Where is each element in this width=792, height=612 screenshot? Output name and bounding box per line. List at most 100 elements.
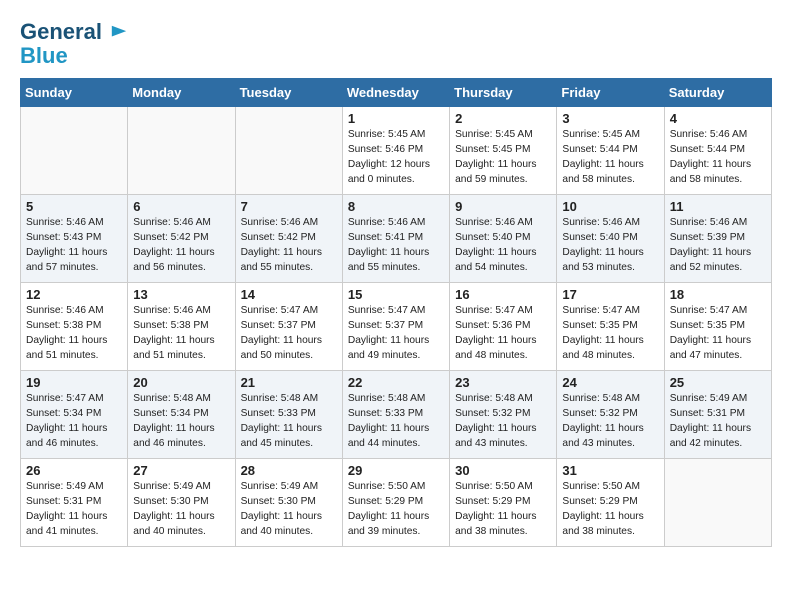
day-number: 27 bbox=[133, 463, 229, 478]
cell-text: Sunrise: 5:46 AMSunset: 5:43 PMDaylight:… bbox=[26, 216, 122, 275]
day-number: 17 bbox=[562, 287, 658, 302]
day-number: 15 bbox=[348, 287, 444, 302]
cell-text: Sunrise: 5:50 AMSunset: 5:29 PMDaylight:… bbox=[348, 480, 444, 539]
cell-text: Sunrise: 5:46 AMSunset: 5:38 PMDaylight:… bbox=[26, 304, 122, 363]
day-number: 21 bbox=[241, 375, 337, 390]
calendar-cell: 15 Sunrise: 5:47 AMSunset: 5:37 PMDayligh… bbox=[342, 283, 449, 371]
cell-text: Sunrise: 5:45 AMSunset: 5:44 PMDaylight:… bbox=[562, 128, 658, 187]
cell-text: Sunrise: 5:46 AMSunset: 5:40 PMDaylight:… bbox=[562, 216, 658, 275]
calendar-cell bbox=[664, 459, 771, 547]
cell-text: Sunrise: 5:46 AMSunset: 5:44 PMDaylight:… bbox=[670, 128, 766, 187]
cell-text: Sunrise: 5:46 AMSunset: 5:40 PMDaylight:… bbox=[455, 216, 551, 275]
cell-text: Sunrise: 5:48 AMSunset: 5:32 PMDaylight:… bbox=[455, 392, 551, 451]
logo: General Blue bbox=[20, 20, 128, 68]
cell-text: Sunrise: 5:49 AMSunset: 5:31 PMDaylight:… bbox=[670, 392, 766, 451]
day-header-sunday: Sunday bbox=[21, 79, 128, 107]
cell-text: Sunrise: 5:50 AMSunset: 5:29 PMDaylight:… bbox=[455, 480, 551, 539]
cell-text: Sunrise: 5:46 AMSunset: 5:38 PMDaylight:… bbox=[133, 304, 229, 363]
cell-text: Sunrise: 5:49 AMSunset: 5:31 PMDaylight:… bbox=[26, 480, 122, 539]
day-header-friday: Friday bbox=[557, 79, 664, 107]
calendar-cell: 21 Sunrise: 5:48 AMSunset: 5:33 PMDayligh… bbox=[235, 371, 342, 459]
calendar-cell: 23Sunrise: 5:48 AMSunset: 5:32 PMDayligh… bbox=[450, 371, 557, 459]
calendar-cell: 6 Sunrise: 5:46 AMSunset: 5:42 PMDaylight… bbox=[128, 195, 235, 283]
cell-text: Sunrise: 5:48 AMSunset: 5:33 PMDaylight:… bbox=[348, 392, 444, 451]
cell-text: Sunrise: 5:46 AMSunset: 5:42 PMDaylight:… bbox=[241, 216, 337, 275]
calendar-cell: 17 Sunrise: 5:47 AMSunset: 5:35 PMDayligh… bbox=[557, 283, 664, 371]
calendar-cell: 14 Sunrise: 5:47 AMSunset: 5:37 PMDayligh… bbox=[235, 283, 342, 371]
cell-text: Sunrise: 5:47 AMSunset: 5:37 PMDaylight:… bbox=[348, 304, 444, 363]
day-number: 7 bbox=[241, 199, 337, 214]
logo-general: General bbox=[20, 20, 128, 44]
cell-text: Sunrise: 5:49 AMSunset: 5:30 PMDaylight:… bbox=[241, 480, 337, 539]
logo-flag-icon bbox=[110, 23, 128, 41]
calendar-cell: 29Sunrise: 5:50 AMSunset: 5:29 PMDayligh… bbox=[342, 459, 449, 547]
calendar-cell: 31Sunrise: 5:50 AMSunset: 5:29 PMDayligh… bbox=[557, 459, 664, 547]
page-header: General Blue bbox=[20, 20, 772, 68]
day-number: 3 bbox=[562, 111, 658, 126]
calendar-cell: 8Sunrise: 5:46 AMSunset: 5:41 PMDaylight… bbox=[342, 195, 449, 283]
cell-text: Sunrise: 5:45 AMSunset: 5:46 PMDaylight:… bbox=[348, 128, 444, 187]
calendar-cell: 1 Sunrise: 5:45 AMSunset: 5:46 PMDaylight… bbox=[342, 107, 449, 195]
day-header-tuesday: Tuesday bbox=[235, 79, 342, 107]
calendar-cell: 13 Sunrise: 5:46 AMSunset: 5:38 PMDayligh… bbox=[128, 283, 235, 371]
day-number: 9 bbox=[455, 199, 551, 214]
calendar-cell: 28 Sunrise: 5:49 AMSunset: 5:30 PMDayligh… bbox=[235, 459, 342, 547]
cell-text: Sunrise: 5:45 AMSunset: 5:45 PMDaylight:… bbox=[455, 128, 551, 187]
day-number: 25 bbox=[670, 375, 766, 390]
day-number: 6 bbox=[133, 199, 229, 214]
calendar-cell: 11 Sunrise: 5:46 AMSunset: 5:39 PMDayligh… bbox=[664, 195, 771, 283]
cell-text: Sunrise: 5:49 AMSunset: 5:30 PMDaylight:… bbox=[133, 480, 229, 539]
cell-text: Sunrise: 5:50 AMSunset: 5:29 PMDaylight:… bbox=[562, 480, 658, 539]
calendar-cell: 22 Sunrise: 5:48 AMSunset: 5:33 PMDayligh… bbox=[342, 371, 449, 459]
calendar-cell: 30Sunrise: 5:50 AMSunset: 5:29 PMDayligh… bbox=[450, 459, 557, 547]
day-number: 19 bbox=[26, 375, 122, 390]
day-number: 5 bbox=[26, 199, 122, 214]
day-number: 26 bbox=[26, 463, 122, 478]
cell-text: Sunrise: 5:47 AMSunset: 5:35 PMDaylight:… bbox=[562, 304, 658, 363]
calendar-cell: 16 Sunrise: 5:47 AMSunset: 5:36 PMDayligh… bbox=[450, 283, 557, 371]
day-header-wednesday: Wednesday bbox=[342, 79, 449, 107]
day-number: 11 bbox=[670, 199, 766, 214]
calendar-cell: 24 Sunrise: 5:48 AMSunset: 5:32 PMDayligh… bbox=[557, 371, 664, 459]
day-number: 20 bbox=[133, 375, 229, 390]
calendar-cell bbox=[128, 107, 235, 195]
day-number: 18 bbox=[670, 287, 766, 302]
calendar-cell: 25 Sunrise: 5:49 AMSunset: 5:31 PMDayligh… bbox=[664, 371, 771, 459]
day-number: 2 bbox=[455, 111, 551, 126]
calendar-cell: 18 Sunrise: 5:47 AMSunset: 5:35 PMDayligh… bbox=[664, 283, 771, 371]
day-number: 1 bbox=[348, 111, 444, 126]
calendar-cell: 12 Sunrise: 5:46 AMSunset: 5:38 PMDayligh… bbox=[21, 283, 128, 371]
logo-blue: Blue bbox=[20, 44, 128, 68]
day-number: 13 bbox=[133, 287, 229, 302]
calendar-cell: 7 Sunrise: 5:46 AMSunset: 5:42 PMDaylight… bbox=[235, 195, 342, 283]
cell-text: Sunrise: 5:47 AMSunset: 5:36 PMDaylight:… bbox=[455, 304, 551, 363]
calendar-cell: 2 Sunrise: 5:45 AMSunset: 5:45 PMDaylight… bbox=[450, 107, 557, 195]
day-number: 24 bbox=[562, 375, 658, 390]
cell-text: Sunrise: 5:46 AMSunset: 5:39 PMDaylight:… bbox=[670, 216, 766, 275]
day-number: 14 bbox=[241, 287, 337, 302]
calendar-cell: 26 Sunrise: 5:49 AMSunset: 5:31 PMDayligh… bbox=[21, 459, 128, 547]
day-number: 10 bbox=[562, 199, 658, 214]
calendar-cell: 4Sunrise: 5:46 AMSunset: 5:44 PMDaylight… bbox=[664, 107, 771, 195]
day-header-thursday: Thursday bbox=[450, 79, 557, 107]
cell-text: Sunrise: 5:48 AMSunset: 5:32 PMDaylight:… bbox=[562, 392, 658, 451]
day-number: 28 bbox=[241, 463, 337, 478]
cell-text: Sunrise: 5:46 AMSunset: 5:41 PMDaylight:… bbox=[348, 216, 444, 275]
day-number: 12 bbox=[26, 287, 122, 302]
calendar-cell: 5 Sunrise: 5:46 AMSunset: 5:43 PMDaylight… bbox=[21, 195, 128, 283]
cell-text: Sunrise: 5:47 AMSunset: 5:37 PMDaylight:… bbox=[241, 304, 337, 363]
calendar-cell: 9 Sunrise: 5:46 AMSunset: 5:40 PMDaylight… bbox=[450, 195, 557, 283]
calendar-cell bbox=[235, 107, 342, 195]
day-number: 16 bbox=[455, 287, 551, 302]
calendar-cell bbox=[21, 107, 128, 195]
cell-text: Sunrise: 5:48 AMSunset: 5:33 PMDaylight:… bbox=[241, 392, 337, 451]
day-number: 22 bbox=[348, 375, 444, 390]
cell-text: Sunrise: 5:46 AMSunset: 5:42 PMDaylight:… bbox=[133, 216, 229, 275]
cell-text: Sunrise: 5:47 AMSunset: 5:34 PMDaylight:… bbox=[26, 392, 122, 451]
calendar-table: SundayMondayTuesdayWednesdayThursdayFrid… bbox=[20, 78, 772, 547]
cell-text: Sunrise: 5:47 AMSunset: 5:35 PMDaylight:… bbox=[670, 304, 766, 363]
calendar-cell: 27 Sunrise: 5:49 AMSunset: 5:30 PMDayligh… bbox=[128, 459, 235, 547]
calendar-cell: 3 Sunrise: 5:45 AMSunset: 5:44 PMDaylight… bbox=[557, 107, 664, 195]
calendar-cell: 10 Sunrise: 5:46 AMSunset: 5:40 PMDayligh… bbox=[557, 195, 664, 283]
day-header-saturday: Saturday bbox=[664, 79, 771, 107]
